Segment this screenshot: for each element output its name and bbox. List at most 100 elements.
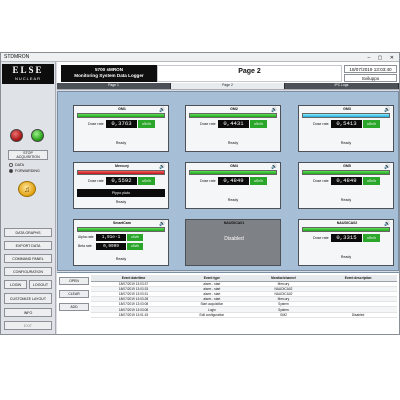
monitor-status: Ready — [115, 141, 127, 145]
dose-rate-value: 0,5592 — [106, 177, 137, 185]
window-titlebar: STDMRON – ▢ ✕ — [1, 53, 399, 62]
dose-rate-value: 0,4849 — [331, 177, 362, 185]
monitor-status: Ready — [227, 141, 239, 145]
speaker-icon[interactable]: 🔊 — [271, 164, 278, 170]
monitor-status: Ready — [340, 141, 352, 145]
monitor-card-naudica02[interactable]: NAUDICA02 🔊 Dose rate 0,3315 uSv/h Ready — [298, 219, 394, 266]
table-row[interactable]: 18/07/2019 13:01:15 Edit configuration G… — [91, 312, 397, 318]
radio-forwarding-label: FORWARDING — [15, 169, 40, 173]
dose-rate-value: 0,5413 — [331, 120, 362, 128]
monitor-card-smartcam[interactable]: SmartCam 🔊 Alpha rate 1,91e-1 uSv/h Beta… — [73, 219, 169, 266]
page-title: Page 2 — [157, 65, 342, 82]
header: 5700 sMRON Monitoring System Data Logger… — [57, 62, 399, 90]
dose-rate-unit: uSv/h — [138, 177, 155, 185]
radio-data-label: DATA — [15, 163, 25, 167]
add-button[interactable]: ADD — [59, 303, 89, 311]
status-bar — [77, 227, 165, 232]
dose-rate-unit: uSv/h — [363, 177, 380, 185]
monitor-card-gm4[interactable]: GM4 🔊 Dose rate 0,4849 uSv/h Ready — [185, 162, 281, 209]
alarm-bell-icon[interactable]: ♫ — [18, 181, 36, 197]
stop-acquisition-button[interactable]: STOP ACQUISITION — [8, 150, 48, 160]
radio-forwarding[interactable]: FORWARDING — [9, 169, 40, 173]
alpha-rate-label: Alpha rate — [78, 235, 94, 239]
dose-rate-unit: uSv/h — [363, 120, 380, 128]
data-graphs-button[interactable]: DATA GRAPHS — [4, 228, 52, 237]
monitor-card-gm2[interactable]: GM2 🔊 Dose rate 0,4431 uSv/h Ready — [185, 105, 281, 152]
window-title: STDMRON — [4, 54, 30, 60]
radio-data[interactable]: DATA — [9, 163, 24, 167]
dose-rate-label: Dose rate — [88, 179, 104, 183]
tab-ipc-logs[interactable]: IPC Logs — [285, 83, 399, 89]
event-description: Disabled — [319, 312, 397, 318]
command-panel-button[interactable]: COMMAND PANEL — [4, 254, 52, 263]
alpha-rate-value: 1,91e-1 — [96, 234, 126, 241]
speaker-icon[interactable]: 🔊 — [384, 221, 391, 227]
speaker-icon[interactable]: 🔊 — [159, 164, 166, 170]
red-indicator-icon — [10, 129, 23, 142]
monitor-grid: GM1 🔊 Dose rate 0,3763 uSv/h Ready GM2 🔊… — [57, 91, 399, 271]
login-button[interactable]: LOGIN — [4, 280, 27, 289]
speaker-icon[interactable]: 🔊 — [271, 107, 278, 113]
dose-rate-unit: uSv/h — [250, 120, 267, 128]
beta-rate-label: Beta rate — [78, 244, 92, 248]
speaker-icon[interactable]: 🔊 — [159, 221, 166, 227]
dose-rate-unit: uSv/h — [250, 177, 267, 185]
radio-forwarding-dot[interactable] — [9, 169, 13, 173]
logout-button[interactable]: LOGOUT — [29, 280, 52, 289]
app-subtitle: Monitoring System Data Logger — [74, 73, 144, 78]
monitor-name: SmartCam — [113, 221, 131, 225]
dose-rate-unit: uSv/h — [138, 120, 155, 128]
dose-rate-label: Dose rate — [313, 236, 329, 240]
dose-rate-value: 0,3315 — [331, 234, 362, 242]
export-data-button[interactable]: EXPORT DATA — [4, 241, 52, 250]
customize-layout-button[interactable]: CUSTOMIZE LAYOUT — [4, 293, 52, 304]
speaker-icon[interactable]: 🔊 — [384, 164, 391, 170]
beta-rate-value: 0,9999 — [96, 243, 126, 250]
tab-page-2[interactable]: Page 2 — [171, 83, 285, 89]
speaker-icon[interactable]: 🔊 — [159, 107, 166, 113]
beta-rate-row: Beta rate 0,9999 uSv/h — [77, 243, 165, 250]
monitor-card-gm5[interactable]: GM5 🔊 Dose rate 0,4849 uSv/h Ready — [298, 162, 394, 209]
else-nuclear-logo: ELSE NUCLEAR — [2, 64, 54, 84]
monitor-card-naudica01[interactable]: NAUDICA01 Disabled — [185, 219, 281, 266]
monitor-name: NAUDICA01 — [223, 221, 245, 225]
tab-page-1[interactable]: Page 1 — [57, 83, 171, 89]
disabled-label: Disabled — [224, 236, 244, 242]
monitor-status: Ready — [340, 255, 352, 259]
logo-text: ELSE — [12, 65, 44, 75]
event-type: Edit configuration — [176, 312, 248, 318]
dose-rate-label: Dose rate — [313, 122, 329, 126]
monitor-status: Ready — [115, 257, 127, 261]
app-title-box: 5700 sMRON Monitoring System Data Logger — [61, 65, 157, 82]
exit-button[interactable]: EXIT — [4, 321, 52, 330]
configuration-button[interactable]: CONFIGURATION — [4, 267, 52, 276]
monitor-card-gm1[interactable]: GM1 🔊 Dose rate 0,3763 uSv/h Ready — [73, 105, 169, 152]
event-channel: GM2 — [247, 312, 320, 318]
clear-button[interactable]: CLEAR — [59, 290, 89, 298]
monitor-name: GM3 — [343, 107, 351, 111]
speaker-icon[interactable]: 🔊 — [384, 107, 391, 113]
monitor-name: GM1 — [118, 107, 126, 111]
info-button[interactable]: INFO — [4, 308, 52, 317]
status-bar — [189, 170, 277, 175]
monitor-message: Pippo pluto — [77, 189, 165, 197]
alpha-rate-unit: uSv/h — [127, 234, 143, 241]
events-panel: OPEN CLEAR ADD Event date/time Event typ… — [57, 272, 399, 334]
dose-rate-label: Dose rate — [313, 179, 329, 183]
monitor-name: NAUDICA02 — [336, 221, 358, 225]
monitor-card-mercury[interactable]: Mercury 🔊 Dose rate 0,5592 uSv/h Pippo p… — [73, 162, 169, 209]
dose-rate-value: 0,4431 — [218, 120, 249, 128]
status-bar — [77, 113, 165, 118]
page-tabs: Page 1 Page 2 IPC Logs — [57, 83, 399, 89]
radio-data-dot[interactable] — [9, 163, 13, 167]
open-button[interactable]: OPEN — [59, 277, 89, 285]
app-window: STDMRON – ▢ ✕ ELSE NUCLEAR STOP ACQUISIT… — [0, 52, 400, 335]
status-bar — [77, 170, 165, 175]
monitor-name: Mercury — [115, 164, 129, 168]
logo-subtext: NUCLEAR — [14, 76, 42, 81]
monitor-name: GM5 — [343, 164, 351, 168]
monitor-card-gm3[interactable]: GM3 🔊 Dose rate 0,5413 uSv/h Ready — [298, 105, 394, 152]
monitor-status: Ready — [115, 200, 127, 204]
monitor-status: Ready — [340, 198, 352, 202]
green-indicator-icon — [31, 129, 44, 142]
